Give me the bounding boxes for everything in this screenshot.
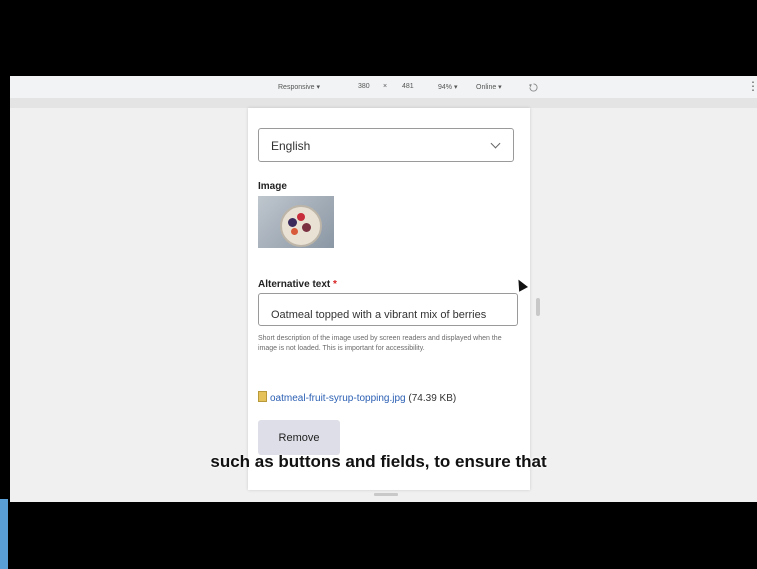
width-input[interactable]: 380	[358, 83, 370, 90]
alt-text-help: Short description of the image used by s…	[258, 335, 502, 352]
image-file-icon	[258, 391, 267, 402]
file-link[interactable]: oatmeal-fruit-syrup-topping.jpg (74.39 K…	[258, 391, 456, 404]
alt-text-input[interactable]	[258, 293, 518, 326]
rotate-icon[interactable]	[529, 83, 538, 94]
image-label: Image	[258, 181, 287, 192]
required-marker: *	[333, 279, 337, 290]
file-name[interactable]: oatmeal-fruit-syrup-topping.jpg	[270, 393, 406, 404]
image-thumbnail[interactable]	[258, 196, 334, 248]
viewport-resize-handle[interactable]	[374, 493, 398, 496]
chevron-down-icon	[490, 138, 501, 149]
left-accent-bar	[0, 499, 8, 569]
device-mode-dropdown[interactable]: Responsive ▾	[278, 83, 320, 91]
dimension-separator: ×	[383, 83, 388, 90]
file-size: (74.39 KB)	[408, 393, 457, 404]
alt-text-label-text: Alternative text	[258, 279, 331, 290]
network-throttle-dropdown[interactable]: Online ▾	[476, 83, 502, 91]
zoom-dropdown[interactable]: 94% ▾	[438, 83, 457, 91]
more-options-icon[interactable]: ⋮	[747, 79, 757, 93]
language-select[interactable]: English	[258, 128, 514, 162]
language-select-value: English	[271, 139, 311, 153]
alt-text-label: Alternative text *	[258, 279, 337, 290]
device-viewport: English Image Alternative text * Short d…	[248, 108, 530, 490]
scrollbar-thumb[interactable]	[536, 298, 540, 316]
height-input[interactable]: 481	[402, 83, 414, 90]
remove-button[interactable]: Remove	[258, 420, 340, 455]
device-toolbar: Responsive ▾ 380 × 481 94% ▾ Online ▾ ⋮	[10, 76, 757, 99]
video-caption: such as buttons and fields, to ensure th…	[210, 452, 547, 471]
oatmeal-bowl-image	[280, 205, 322, 247]
video-frame: Responsive ▾ 380 × 481 94% ▾ Online ▾ ⋮ …	[0, 0, 757, 569]
